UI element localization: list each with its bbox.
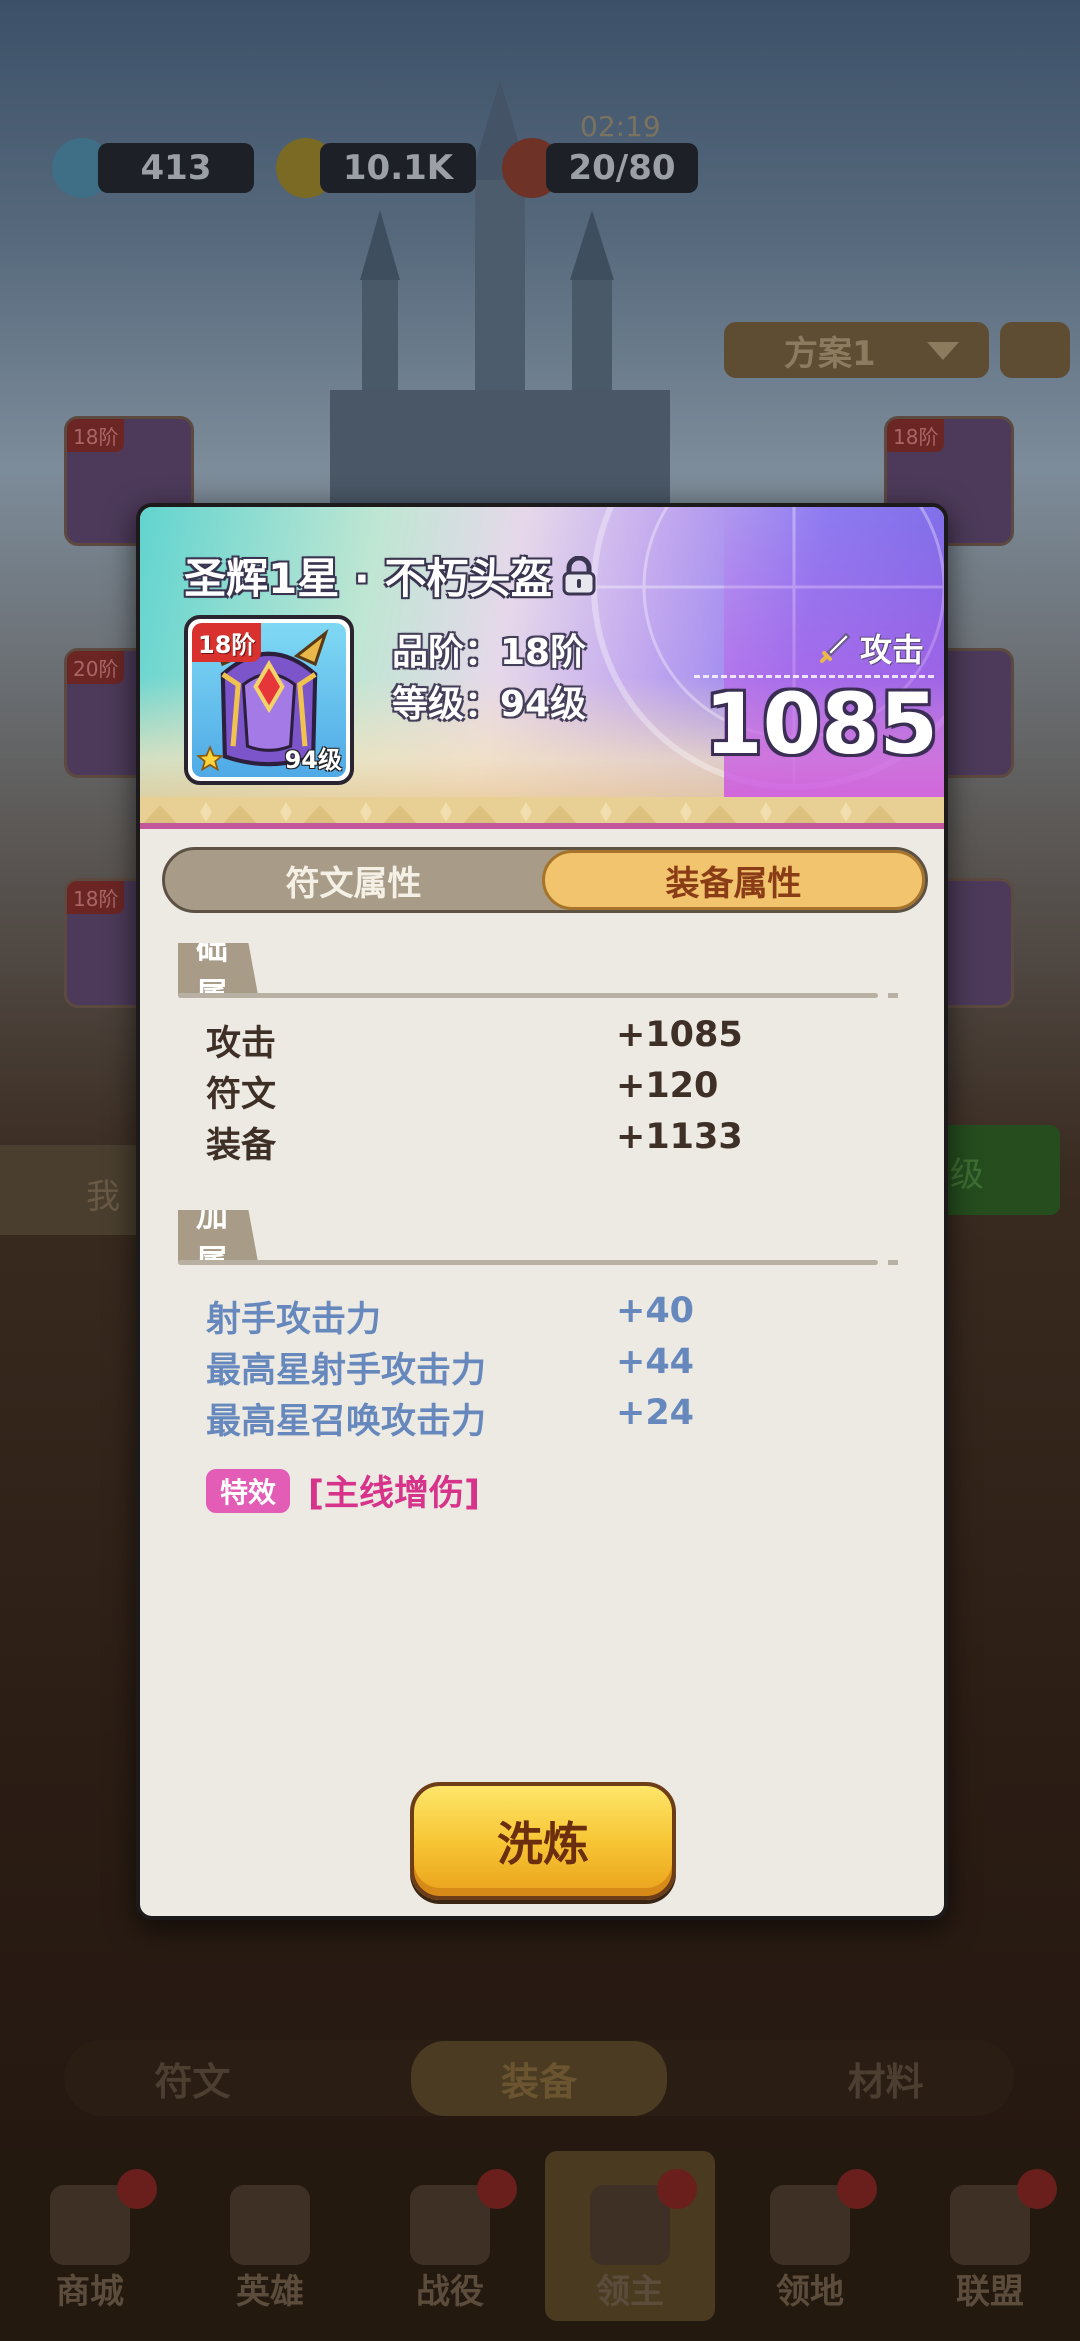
- attribute-row: 装备 +1133: [206, 1117, 906, 1167]
- extra-attributes-title: 附加属性: [178, 1210, 259, 1262]
- attribute-name: 符文: [206, 1075, 277, 1115]
- attribute-value: +44: [616, 1342, 695, 1382]
- tab-materials[interactable]: 材料: [848, 2051, 924, 2106]
- refine-button-label: 洗炼: [497, 1817, 589, 1871]
- bottom-navigation: 商城 英雄 战役 领主 领地 联盟: [0, 2150, 1080, 2341]
- nav-lord-label: 领主: [596, 2272, 664, 2312]
- chevron-down-icon: [927, 342, 959, 360]
- side-panel-label: 我: [86, 1177, 120, 1217]
- tab-runes[interactable]: 符文: [154, 2051, 230, 2106]
- hero-cards-icon: [230, 2185, 310, 2265]
- attribute-tabs: 符文属性 装备属性: [162, 847, 928, 913]
- header-divider: [140, 823, 944, 829]
- refine-button[interactable]: 洗炼: [410, 1782, 676, 1900]
- attribute-row: 攻击 +1085: [206, 1015, 906, 1065]
- attribute-name: 射手攻击力: [206, 1300, 382, 1340]
- attribute-row: 符文 +120: [206, 1066, 906, 1116]
- item-title: 圣辉1星 · 不朽头盔: [184, 545, 598, 606]
- attribute-row: 最高星射手攻击力 +44: [206, 1342, 906, 1392]
- attribute-value: +24: [616, 1393, 695, 1433]
- alert-badge-icon: [657, 2169, 697, 2209]
- inventory-tabs: 符文 装备 材料: [64, 2040, 1014, 2116]
- slot-grade-tag: 20阶: [67, 651, 125, 684]
- tab-rune-attributes[interactable]: 符文属性: [165, 850, 542, 910]
- nav-territory[interactable]: 领地: [725, 2151, 895, 2321]
- attribute-name: 最高星召唤攻击力: [206, 1402, 487, 1442]
- attribute-row: 射手攻击力 +40: [206, 1291, 906, 1341]
- nav-heroes[interactable]: 英雄: [185, 2151, 355, 2321]
- gem-count: 413: [98, 143, 254, 193]
- item-grade-tag: 18阶: [192, 623, 262, 662]
- nav-lord[interactable]: 领主: [545, 2151, 715, 2321]
- nav-shop-label: 商城: [56, 2272, 124, 2312]
- nav-campaign-label: 战役: [416, 2272, 484, 2312]
- nav-territory-label: 领地: [776, 2272, 844, 2312]
- attribute-name: 装备: [206, 1126, 277, 1166]
- item-detail-dialog: 圣辉1星 · 不朽头盔 18阶 94级 品阶：18阶 等级：94级 攻击 108…: [136, 503, 948, 1920]
- slot-grade-tag: 18阶: [67, 881, 125, 914]
- slot-grade-tag: 18阶: [67, 419, 125, 452]
- upgrade-button-label: 级: [950, 1155, 984, 1195]
- attribute-row: 最高星召唤攻击力 +24: [206, 1393, 906, 1443]
- plan-selector-label: 方案1: [784, 333, 876, 374]
- tab-equipment-attributes[interactable]: 装备属性: [542, 850, 925, 910]
- nav-campaign[interactable]: 战役: [365, 2151, 535, 2321]
- attribute-name: 攻击: [206, 1024, 277, 1064]
- nav-alliance-label: 联盟: [956, 2272, 1024, 2312]
- item-title-text: 圣辉1星 · 不朽头盔: [184, 554, 553, 603]
- item-quality: 品阶：18阶: [392, 632, 587, 673]
- status-time: 02:19: [580, 110, 661, 143]
- edit-plan-button[interactable]: [1000, 322, 1070, 378]
- star-icon: [196, 745, 224, 772]
- nav-shop[interactable]: 商城: [5, 2151, 175, 2321]
- divider: [178, 993, 878, 998]
- item-level: 等级：94级: [392, 684, 587, 725]
- attribute-value: +1085: [616, 1015, 743, 1055]
- alert-badge-icon: [117, 2169, 157, 2209]
- sword-icon: [819, 632, 851, 663]
- special-effect-name[interactable]: [主线增伤]: [308, 1465, 480, 1516]
- alert-badge-icon: [477, 2169, 517, 2209]
- basic-attributes-title: 基础属性: [178, 943, 259, 995]
- attribute-value: +40: [616, 1291, 695, 1331]
- alert-badge-icon: [1017, 2169, 1057, 2209]
- lock-icon[interactable]: [560, 555, 598, 596]
- nav-alliance[interactable]: 联盟: [905, 2151, 1075, 2321]
- tab-equipment[interactable]: 装备: [410, 2040, 667, 2116]
- special-effect-badge: 特效: [206, 1468, 291, 1513]
- alert-badge-icon: [837, 2169, 877, 2209]
- gold-count: 10.1K: [320, 143, 476, 193]
- stamina-count: 20/80: [546, 143, 698, 193]
- attribute-value: +1133: [616, 1117, 743, 1157]
- plan-selector[interactable]: 方案1: [724, 322, 989, 378]
- main-stat-value: 1085: [704, 675, 938, 773]
- attribute-name: 最高星射手攻击力: [206, 1351, 487, 1391]
- item-icon-frame: 18阶 94级: [184, 615, 354, 785]
- main-stat-label-text: 攻击: [859, 631, 924, 669]
- main-stat-label: 攻击: [818, 625, 924, 671]
- special-effect: 特效 [主线增伤]: [206, 1465, 480, 1516]
- item-level-tag: 94级: [284, 746, 342, 774]
- divider: [888, 1260, 898, 1265]
- divider: [888, 993, 898, 998]
- nav-heroes-label: 英雄: [236, 2272, 304, 2312]
- divider: [178, 1260, 878, 1265]
- item-header: 圣辉1星 · 不朽头盔 18阶 94级 品阶：18阶 等级：94级 攻击 108…: [140, 507, 944, 827]
- slot-grade-tag: 18阶: [887, 419, 945, 452]
- attribute-value: +120: [616, 1066, 719, 1106]
- item-icon-background: 18阶 94级: [192, 623, 346, 777]
